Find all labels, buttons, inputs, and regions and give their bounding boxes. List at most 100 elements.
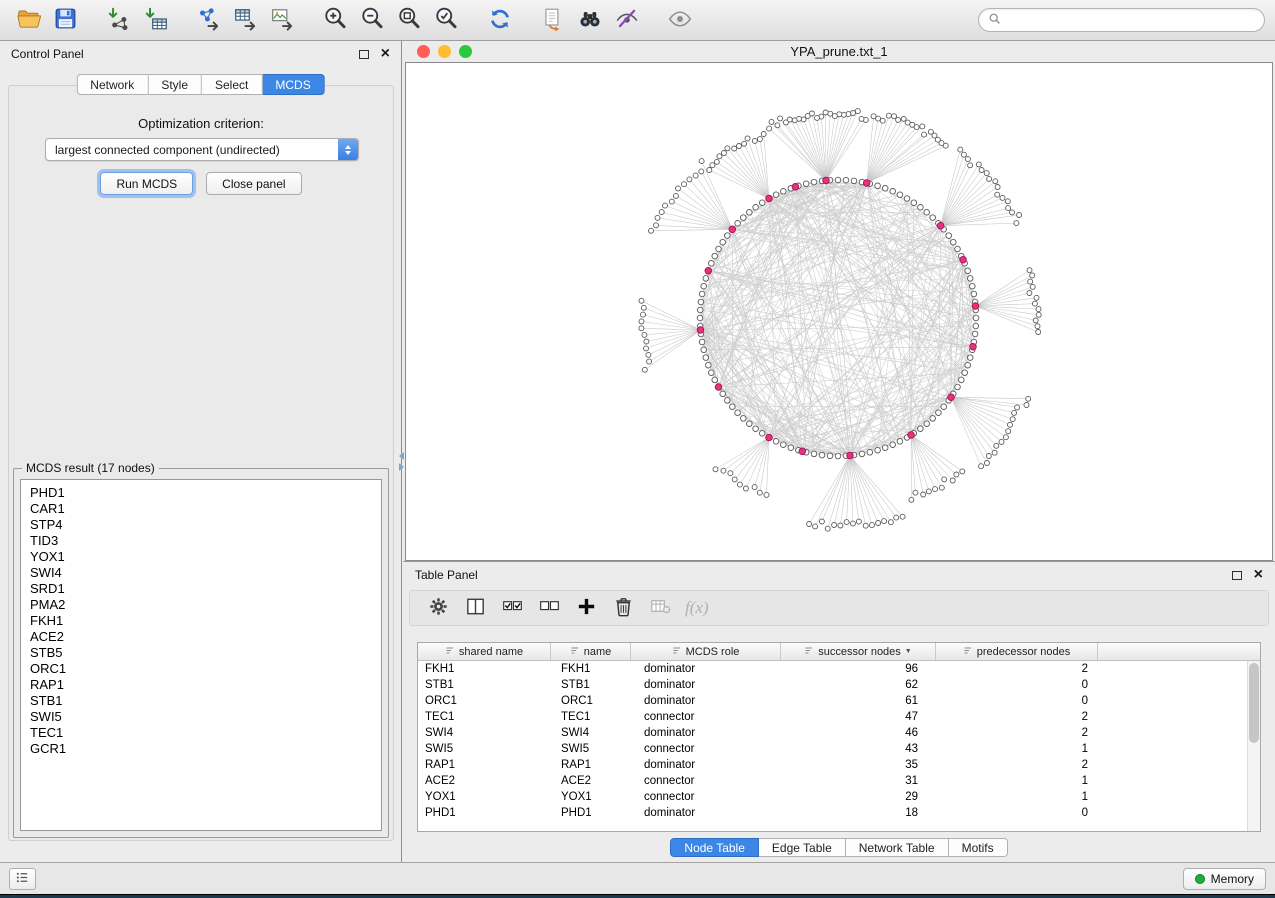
import-table-button[interactable] xyxy=(137,3,174,37)
function-builder-button[interactable]: f(x) xyxy=(685,598,709,618)
close-panel-button[interactable]: Close panel xyxy=(206,172,301,195)
sort-icon xyxy=(570,645,580,658)
table-settings-button[interactable] xyxy=(424,594,452,622)
column-label: MCDS role xyxy=(686,646,740,658)
table-cell: connector xyxy=(631,789,781,805)
close-panel-icon[interactable]: × xyxy=(381,46,390,62)
table-scrollbar[interactable] xyxy=(1247,661,1260,831)
scrollbar-thumb[interactable] xyxy=(1249,663,1259,743)
mcds-result-item[interactable]: TEC1 xyxy=(21,725,381,741)
export-network-icon xyxy=(196,6,222,35)
mcds-result-list[interactable]: PHD1CAR1STP4TID3YOX1SWI4SRD1PMA2FKH1ACE2… xyxy=(20,479,382,831)
column-header-predecessor-nodes[interactable]: predecessor nodes xyxy=(936,643,1098,660)
import-network-button[interactable] xyxy=(100,3,137,37)
table-row[interactable]: SWI5SWI5connector431 xyxy=(418,741,1260,757)
table-cell: YOX1 xyxy=(418,789,551,805)
show-columns-button[interactable] xyxy=(461,594,489,622)
add-column-button[interactable] xyxy=(572,594,600,622)
tab-style[interactable]: Style xyxy=(148,74,202,95)
run-mcds-button[interactable]: Run MCDS xyxy=(100,172,193,195)
close-panel-icon[interactable]: × xyxy=(1254,567,1263,583)
console-button[interactable] xyxy=(9,868,36,890)
select-all-button[interactable] xyxy=(498,594,526,622)
export-table-button[interactable] xyxy=(227,3,264,37)
table-row[interactable]: YOX1YOX1connector291 xyxy=(418,789,1260,805)
export-network-button[interactable] xyxy=(190,3,227,37)
eye-button[interactable] xyxy=(661,3,698,37)
table-panel-title: Table Panel xyxy=(415,568,478,582)
deselect-all-button[interactable] xyxy=(535,594,563,622)
table-row[interactable]: TEC1TEC1connector472 xyxy=(418,709,1260,725)
splitter-collapse-handle[interactable] xyxy=(399,452,404,471)
save-session-button[interactable] xyxy=(47,3,84,37)
table-row[interactable]: ACE2ACE2connector311 xyxy=(418,773,1260,789)
mcds-result-item[interactable]: STB5 xyxy=(21,645,381,661)
mcds-result-item[interactable]: STB1 xyxy=(21,693,381,709)
hide-visual-button[interactable] xyxy=(608,3,645,37)
float-panel-icon[interactable] xyxy=(1232,571,1242,580)
tab-node-table[interactable]: Node Table xyxy=(670,838,759,857)
tab-select[interactable]: Select xyxy=(202,74,262,95)
zoom-out-button[interactable] xyxy=(354,3,391,37)
mcds-result-item[interactable]: PMA2 xyxy=(21,597,381,613)
table-panel-tabs: Node Table Edge Table Network Table Moti… xyxy=(403,838,1275,857)
mcds-result-item[interactable]: SRD1 xyxy=(21,581,381,597)
dropdown-arrows-icon xyxy=(338,139,358,160)
zoom-in-button[interactable] xyxy=(317,3,354,37)
open-folder-icon xyxy=(16,6,42,35)
table-row[interactable]: PHD1PHD1dominator180 xyxy=(418,805,1260,821)
table-cell: FKH1 xyxy=(551,661,631,677)
button-label: Close panel xyxy=(222,177,285,191)
criterion-dropdown[interactable]: largest connected component (undirected) xyxy=(45,138,359,161)
column-header-name[interactable]: name xyxy=(551,643,631,660)
clone-network-button[interactable] xyxy=(534,3,571,37)
mcds-result-item[interactable]: CAR1 xyxy=(21,501,381,517)
open-session-button[interactable] xyxy=(10,3,47,37)
zoom-selected-button[interactable] xyxy=(428,3,465,37)
table-cell: TEC1 xyxy=(551,709,631,725)
table-cell: ACE2 xyxy=(418,773,551,789)
mcds-result-item[interactable]: FKH1 xyxy=(21,613,381,629)
tab-network-table[interactable]: Network Table xyxy=(846,838,949,857)
table-row[interactable]: RAP1RAP1dominator352 xyxy=(418,757,1260,773)
tab-mcds[interactable]: MCDS xyxy=(262,74,324,95)
mcds-result-item[interactable]: PHD1 xyxy=(21,485,381,501)
mcds-result-item[interactable]: ORC1 xyxy=(21,661,381,677)
column-header-successor-nodes[interactable]: successor nodes ▼ xyxy=(781,643,936,660)
column-header-shared-name[interactable]: shared name xyxy=(418,643,551,660)
network-canvas[interactable] xyxy=(406,63,1272,560)
mcds-result-item[interactable]: ACE2 xyxy=(21,629,381,645)
float-panel-icon[interactable] xyxy=(359,50,369,59)
table-cell: SWI5 xyxy=(418,741,551,757)
mcds-result-title: MCDS result (17 nodes) xyxy=(22,461,159,475)
column-header-mcds-role[interactable]: MCDS role xyxy=(631,643,781,660)
tab-motifs[interactable]: Motifs xyxy=(949,838,1008,857)
tab-network[interactable]: Network xyxy=(76,74,148,95)
tab-label: Select xyxy=(215,78,248,92)
mcds-result-item[interactable]: SWI4 xyxy=(21,565,381,581)
table-row[interactable]: STB1STB1dominator620 xyxy=(418,677,1260,693)
search-input[interactable] xyxy=(1007,13,1255,27)
table-row[interactable]: ORC1ORC1dominator610 xyxy=(418,693,1260,709)
export-image-button[interactable] xyxy=(264,3,301,37)
delete-column-button[interactable] xyxy=(609,594,637,622)
mcds-result-item[interactable]: STP4 xyxy=(21,517,381,533)
table-row[interactable]: FKH1FKH1dominator962 xyxy=(418,661,1260,677)
mcds-result-item[interactable]: YOX1 xyxy=(21,549,381,565)
main-toolbar xyxy=(0,0,1275,41)
table-cell: SWI4 xyxy=(551,725,631,741)
memory-button[interactable]: Memory xyxy=(1183,868,1266,890)
mcds-result-item[interactable]: RAP1 xyxy=(21,677,381,693)
table-row[interactable]: SWI4SWI4dominator462 xyxy=(418,725,1260,741)
node-table-header: shared name name MCDS role successor nod… xyxy=(418,643,1260,661)
refresh-layout-button[interactable] xyxy=(481,3,518,37)
find-button[interactable] xyxy=(571,3,608,37)
mcds-result-item[interactable]: SWI5 xyxy=(21,709,381,725)
zoom-fit-button[interactable] xyxy=(391,3,428,37)
hide-columns-button[interactable] xyxy=(646,594,674,622)
table-cell: dominator xyxy=(631,757,781,773)
search-icon xyxy=(988,12,1002,29)
mcds-result-item[interactable]: GCR1 xyxy=(21,741,381,757)
tab-edge-table[interactable]: Edge Table xyxy=(759,838,846,857)
mcds-result-item[interactable]: TID3 xyxy=(21,533,381,549)
